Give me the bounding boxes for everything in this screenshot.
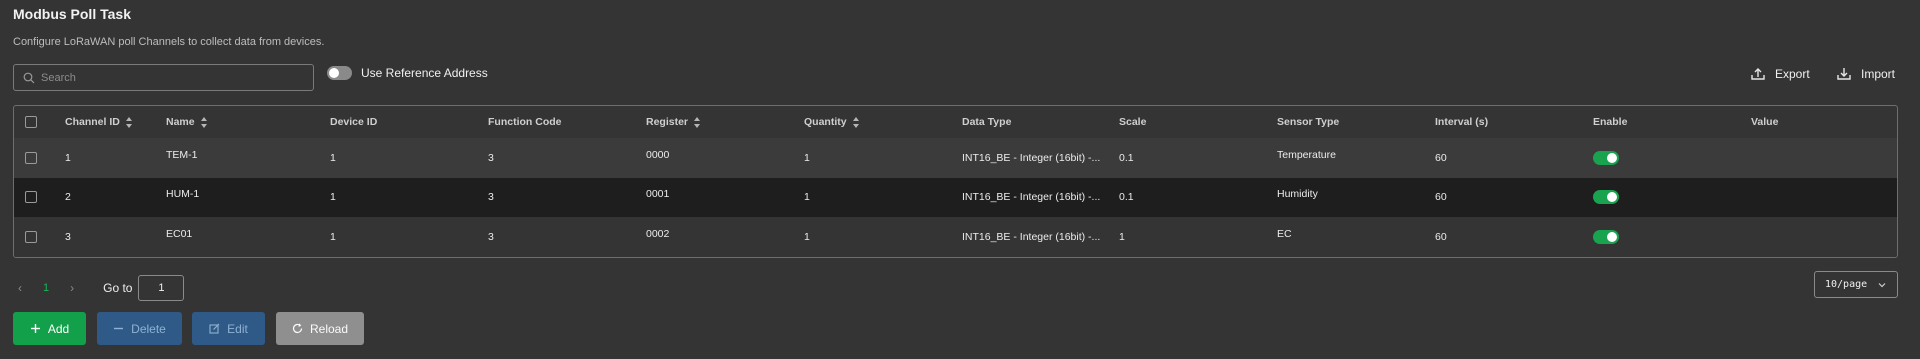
row-checkbox[interactable] xyxy=(25,191,37,204)
add-button[interactable]: Add xyxy=(13,312,86,345)
column-header-sensor-type: Sensor Type xyxy=(1277,116,1340,128)
sort-icon[interactable] xyxy=(125,116,133,128)
cell-channel-id: 3 xyxy=(65,230,71,243)
reload-button[interactable]: Reload xyxy=(276,312,364,345)
cell-quantity: 1 xyxy=(804,151,810,164)
enable-toggle[interactable] xyxy=(1593,150,1619,165)
cell-register: 0000 xyxy=(646,148,670,161)
reference-address-label: Use Reference Address xyxy=(361,66,488,80)
page-subtitle: Configure LoRaWAN poll Channels to colle… xyxy=(13,36,325,48)
page-size-value: 10/page xyxy=(1825,279,1868,290)
cell-scale: 0.1 xyxy=(1119,191,1134,204)
minus-icon xyxy=(114,327,124,330)
chevron-down-icon xyxy=(1878,283,1886,288)
cell-name: EC01 xyxy=(166,227,193,240)
search-box[interactable] xyxy=(13,64,314,91)
download-icon xyxy=(1837,68,1851,80)
edit-icon xyxy=(209,323,220,334)
edit-button[interactable]: Edit xyxy=(192,312,265,345)
cell-channel-id: 2 xyxy=(65,191,71,204)
column-header-data-type: Data Type xyxy=(962,116,1012,128)
sort-icon[interactable] xyxy=(694,116,701,128)
enable-toggle[interactable] xyxy=(1593,190,1619,205)
plus-icon xyxy=(30,324,40,333)
cell-device-id: 1 xyxy=(330,230,336,243)
pagination: ‹ 1 › Go to xyxy=(13,275,185,301)
reference-address-control[interactable]: Use Reference Address xyxy=(327,66,488,80)
table-row[interactable]: 2 HUM-1 1 3 0001 1 INT16_BE - Integer (1… xyxy=(14,177,1897,217)
reload-label: Reload xyxy=(309,321,349,336)
chevron-left-icon[interactable]: ‹ xyxy=(13,281,27,295)
cell-data-type: INT16_BE - Integer (16bit) -... xyxy=(962,151,1101,164)
column-header-device-id: Device ID xyxy=(330,116,378,128)
upload-icon xyxy=(1751,68,1765,80)
cell-interval: 60 xyxy=(1435,151,1447,164)
page-size-select[interactable]: 10/page xyxy=(1814,271,1898,298)
edit-label: Edit xyxy=(227,321,248,336)
column-header-enable: Enable xyxy=(1593,116,1628,128)
column-header-interval: Interval (s) xyxy=(1435,116,1489,128)
cell-register: 0002 xyxy=(646,227,670,240)
column-header-channel-id[interactable]: Channel ID xyxy=(65,116,133,128)
cell-sensor-type: EC xyxy=(1277,227,1292,240)
table-header-row: Channel ID Name Device ID Function Code … xyxy=(14,106,1897,138)
import-button[interactable]: Import xyxy=(1836,66,1895,82)
cell-interval: 60 xyxy=(1435,191,1447,204)
cell-sensor-type: Temperature xyxy=(1277,148,1336,161)
sort-icon[interactable] xyxy=(200,116,208,128)
delete-button[interactable]: Delete xyxy=(97,312,182,345)
export-label: Export xyxy=(1775,67,1810,81)
cell-quantity: 1 xyxy=(804,230,810,243)
delete-label: Delete xyxy=(131,321,166,336)
add-label: Add xyxy=(47,321,70,336)
cell-function-code: 3 xyxy=(488,151,494,164)
row-checkbox[interactable] xyxy=(25,151,37,164)
cell-quantity: 1 xyxy=(804,191,810,204)
select-all-checkbox[interactable] xyxy=(25,116,37,128)
goto-page-input[interactable] xyxy=(138,275,185,301)
cell-name: TEM-1 xyxy=(166,148,198,161)
enable-toggle[interactable] xyxy=(1593,229,1619,244)
column-header-quantity[interactable]: Quantity xyxy=(804,116,860,128)
cell-device-id: 1 xyxy=(330,151,336,164)
import-label: Import xyxy=(1861,67,1896,81)
cell-sensor-type: Humidity xyxy=(1277,188,1318,201)
cell-device-id: 1 xyxy=(330,191,336,204)
cell-data-type: INT16_BE - Integer (16bit) -... xyxy=(962,191,1101,204)
cell-data-type: INT16_BE - Integer (16bit) -... xyxy=(962,230,1101,243)
cell-function-code: 3 xyxy=(488,191,494,204)
page-number-current[interactable]: 1 xyxy=(43,282,49,294)
column-header-register[interactable]: Register xyxy=(646,116,701,128)
cell-channel-id: 1 xyxy=(65,151,71,164)
cell-function-code: 3 xyxy=(488,230,494,243)
cell-scale: 0.1 xyxy=(1119,151,1134,164)
reference-address-toggle[interactable] xyxy=(327,66,352,80)
cell-scale: 1 xyxy=(1119,230,1125,243)
column-header-name[interactable]: Name xyxy=(166,116,208,128)
column-header-function-code: Function Code xyxy=(488,116,562,128)
page-title: Modbus Poll Task xyxy=(13,6,131,22)
goto-label: Go to xyxy=(103,281,133,295)
row-checkbox[interactable] xyxy=(25,230,37,243)
column-header-value: Value xyxy=(1751,116,1779,128)
cell-name: HUM-1 xyxy=(166,188,200,201)
column-header-scale: Scale xyxy=(1119,116,1147,128)
search-input[interactable] xyxy=(41,71,301,84)
sort-icon[interactable] xyxy=(852,116,860,128)
refresh-icon xyxy=(292,323,303,334)
search-icon xyxy=(23,72,35,83)
cell-interval: 60 xyxy=(1435,230,1447,243)
cell-register: 0001 xyxy=(646,188,670,201)
table-row[interactable]: 3 EC01 1 3 0002 1 INT16_BE - Integer (16… xyxy=(14,217,1897,257)
chevron-right-icon[interactable]: › xyxy=(65,281,79,295)
export-button[interactable]: Export xyxy=(1750,66,1810,82)
table-row[interactable]: 1 TEM-1 1 3 0000 1 INT16_BE - Integer (1… xyxy=(14,138,1897,178)
channels-table: Channel ID Name Device ID Function Code … xyxy=(13,105,1898,258)
